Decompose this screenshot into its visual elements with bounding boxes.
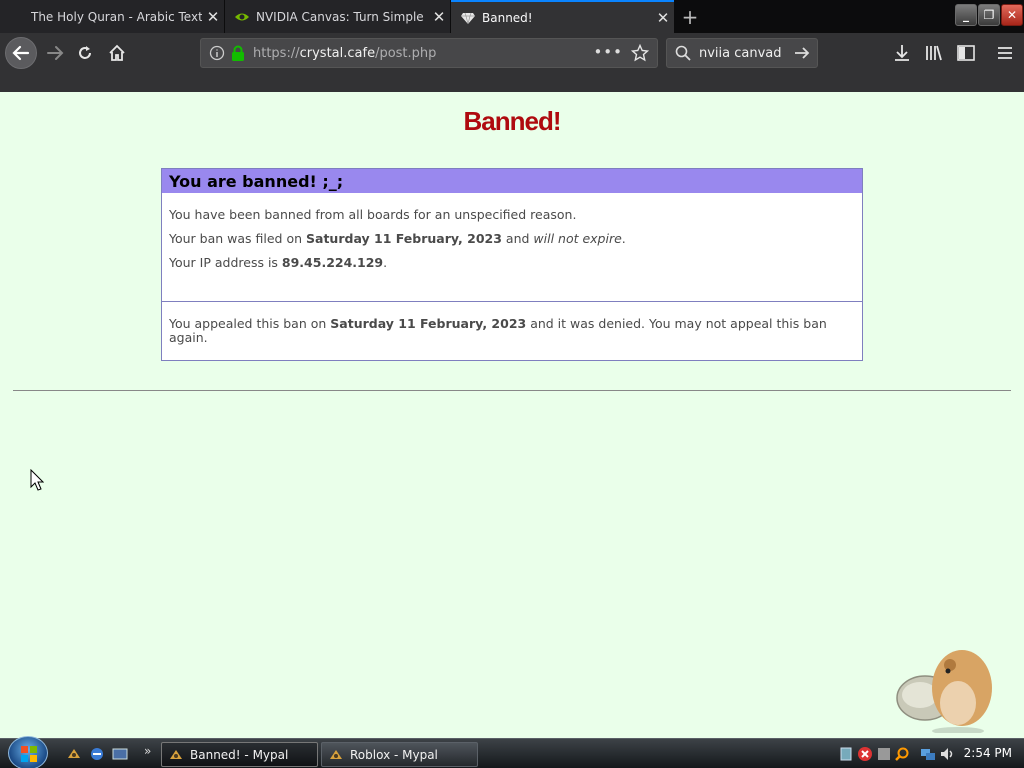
back-button[interactable] (5, 37, 37, 69)
search-input[interactable]: nviia canvad (699, 46, 782, 61)
home-icon (109, 44, 125, 61)
tab-strip: The Holy Quran - Arabic Text and E ✕ NVI… (0, 0, 1024, 33)
page-content: Banned! You are banned! ;_; You have bee… (0, 92, 1024, 738)
library-icon[interactable] (924, 43, 944, 63)
tab-nvidia-canvas[interactable]: NVIDIA Canvas: Turn Simple Br ✕ (225, 0, 450, 33)
ban-reason: You have been banned from all boards for… (169, 207, 577, 222)
new-tab-plus-icon[interactable]: + (678, 5, 702, 29)
search-bar[interactable]: nviia canvad (666, 38, 818, 68)
ban-filed-line: Your ban was filed on Saturday 11 Februa… (169, 231, 626, 246)
windows-logo-icon (21, 746, 37, 762)
info-icon[interactable] (209, 45, 225, 61)
lock-icon (232, 45, 244, 61)
tab-close-icon[interactable]: ✕ (652, 7, 674, 29)
appeal-status: You appealed this ban on Saturday 11 Feb… (169, 316, 827, 345)
minimize-button[interactable]: _ (955, 4, 977, 26)
tab-banned[interactable]: Banned! ✕ (451, 0, 674, 33)
forward-arrow-icon (47, 46, 64, 60)
quicklaunch-overflow-icon[interactable]: » (144, 744, 151, 758)
tab-title: Banned! (482, 10, 533, 25)
url-text: https://crystal.cafe/post.php (253, 45, 437, 61)
hamster-mascot-image (896, 650, 992, 733)
reload-icon (79, 46, 91, 59)
ip-address-line: Your IP address is 89.45.224.129. (169, 255, 388, 270)
bookmark-star-icon[interactable] (631, 44, 649, 62)
tab-holy-quran[interactable]: The Holy Quran - Arabic Text and E ✕ (0, 0, 224, 33)
ban-expiry: will not expire (533, 231, 622, 246)
restore-button[interactable]: ❐ (978, 4, 1000, 26)
forward-button[interactable] (41, 39, 69, 67)
tab-close-icon[interactable]: ✕ (428, 6, 450, 28)
reload-button[interactable] (71, 39, 99, 67)
hamburger-menu-icon[interactable] (995, 43, 1015, 63)
window-close-button[interactable]: ✕ (1001, 4, 1023, 26)
taskbar: » Banned! - Mypal Roblox - Mypal 2:54 PM (0, 736, 1024, 768)
taskbar-item-label: Banned! - Mypal (190, 747, 289, 762)
start-button[interactable] (8, 736, 48, 768)
tray-search-icon[interactable] (894, 746, 910, 762)
back-arrow-icon (12, 45, 30, 61)
sidebar-icon[interactable] (956, 43, 976, 63)
ip-address: 89.45.224.129 (281, 255, 384, 270)
tab-title: NVIDIA Canvas: Turn Simple Br (256, 9, 428, 24)
app-quicklaunch-icon[interactable] (89, 746, 105, 762)
ban-details: You have been banned from all boards for… (162, 193, 862, 271)
taskbar-item-label: Roblox - Mypal (350, 747, 438, 762)
mypal-quicklaunch-icon[interactable] (66, 746, 82, 762)
nvidia-icon (234, 9, 250, 25)
search-go-icon[interactable] (793, 44, 811, 62)
nav-bar: https://crystal.cafe/post.php ••• nviia … (0, 33, 1024, 73)
ban-box-divider (162, 301, 862, 302)
tray-files-icon[interactable] (838, 746, 854, 762)
page-title: Banned! (463, 106, 562, 136)
clock[interactable]: 2:54 PM (964, 746, 1012, 760)
crystal-icon (460, 10, 476, 26)
downloads-icon[interactable] (892, 43, 912, 63)
mypal-icon (170, 749, 182, 759)
mouse-cursor-icon (30, 469, 44, 491)
url-bar[interactable]: https://crystal.cafe/post.php ••• (200, 38, 658, 68)
taskbar-item-roblox[interactable]: Roblox - Mypal (321, 742, 478, 767)
volume-icon[interactable] (939, 746, 955, 762)
tray-app-icon[interactable] (876, 746, 892, 762)
ban-box: You are banned! ;_; You have been banned… (161, 168, 863, 361)
ban-box-heading: You are banned! ;_; (162, 169, 862, 193)
horizontal-rule (13, 390, 1011, 391)
tab-close-icon[interactable]: ✕ (202, 6, 224, 28)
search-icon (675, 45, 691, 61)
ban-filed-date: Saturday 11 February, 2023 (306, 231, 502, 246)
tray-security-icon[interactable] (857, 746, 873, 762)
show-desktop-icon[interactable] (112, 746, 128, 762)
appeal-date: Saturday 11 February, 2023 (330, 316, 527, 331)
tab-title: The Holy Quran - Arabic Text and E (31, 9, 202, 24)
page-icon (9, 9, 25, 25)
network-icon[interactable] (920, 746, 936, 762)
mypal-icon (330, 749, 342, 759)
home-button[interactable] (103, 39, 131, 67)
taskbar-item-banned[interactable]: Banned! - Mypal (161, 742, 318, 767)
toolbar-spacer (0, 73, 1024, 92)
page-actions-icon[interactable]: ••• (593, 43, 623, 61)
